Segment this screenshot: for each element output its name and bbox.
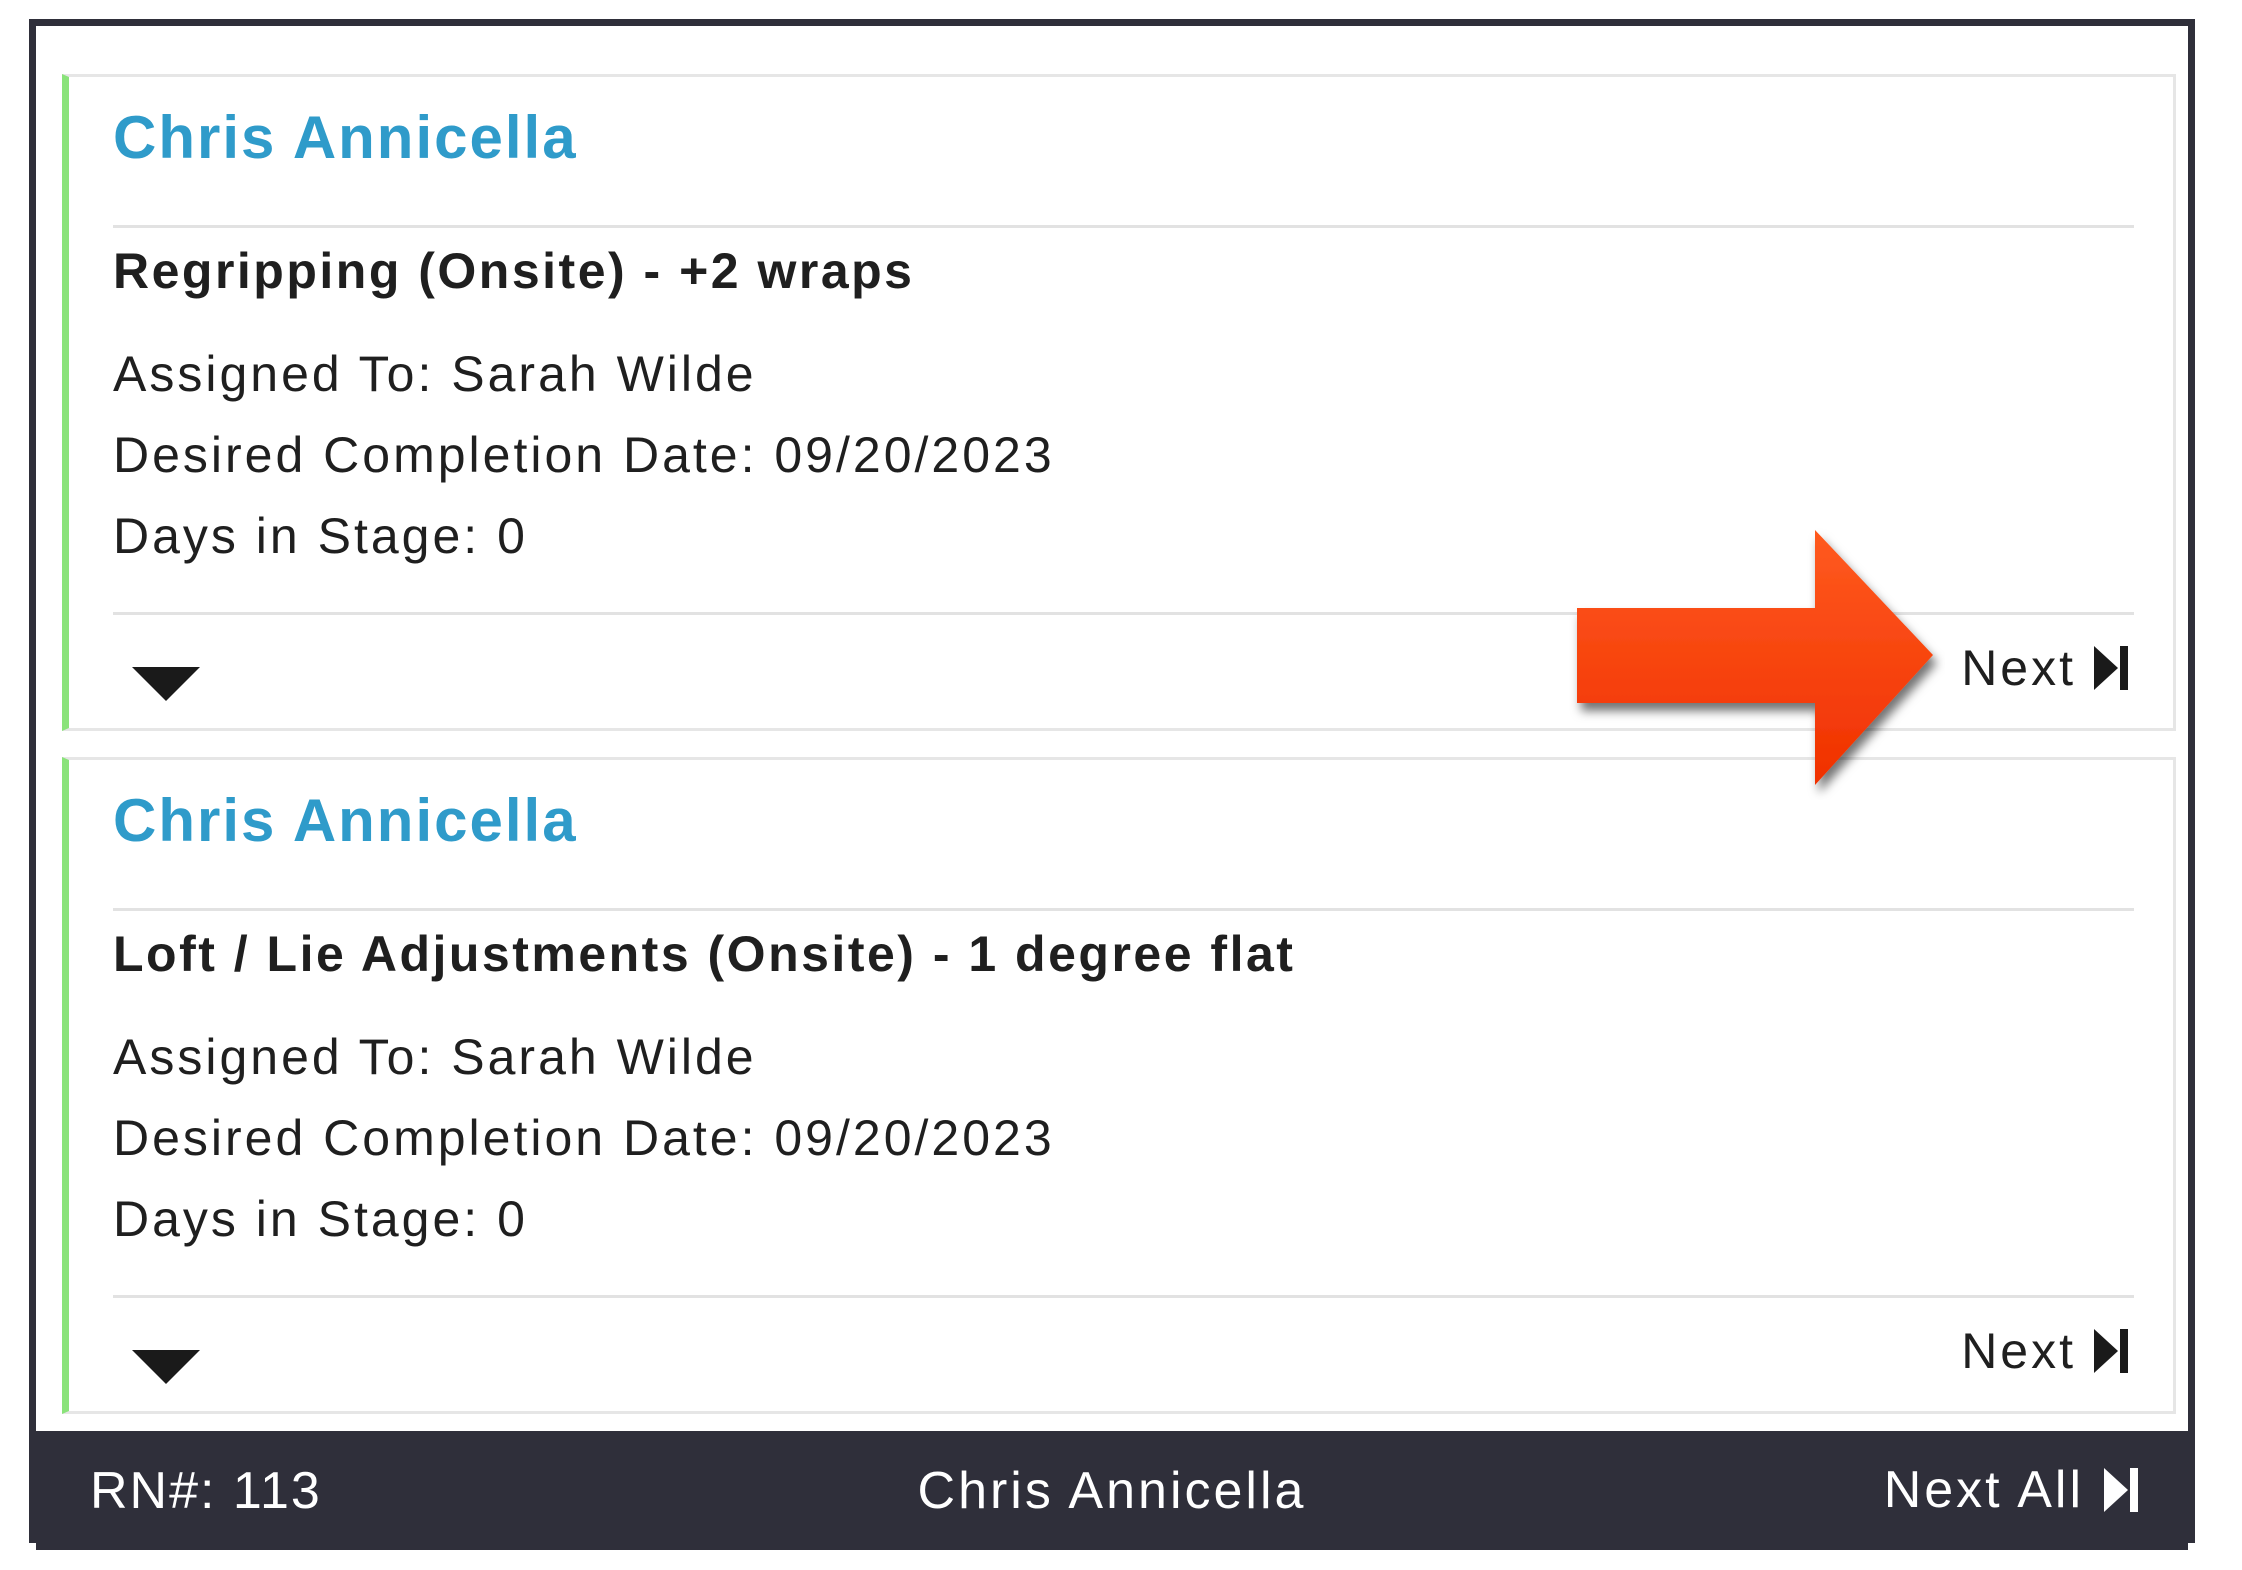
customer-name[interactable]: Chris Annicella <box>113 103 578 172</box>
skip-forward-icon <box>2094 1329 2128 1373</box>
divider <box>113 612 2134 615</box>
footer-customer-name: Chris Annicella <box>917 1462 1307 1520</box>
workflow-panel: Chris Annicella Regripping (Onsite) - +2… <box>29 19 2195 1550</box>
divider <box>113 1295 2134 1298</box>
skip-forward-icon <box>2104 1468 2138 1512</box>
customer-name[interactable]: Chris Annicella <box>113 786 578 855</box>
work-order-card: Chris Annicella Regripping (Onsite) - +2… <box>62 74 2176 731</box>
days-in-stage: Days in Stage: 0 <box>113 508 528 564</box>
days-in-stage: Days in Stage: 0 <box>113 1191 528 1247</box>
next-all-button[interactable]: Next All <box>1884 1460 2138 1520</box>
assigned-to: Assigned To: Sarah Wilde <box>113 346 757 402</box>
work-order-card: Chris Annicella Loft / Lie Adjustments (… <box>62 757 2176 1414</box>
divider <box>113 225 2134 228</box>
desired-completion-date: Desired Completion Date: 09/20/2023 <box>113 427 1055 483</box>
next-label: Next <box>1961 1323 2076 1379</box>
next-all-label: Next All <box>1883 1461 2084 1519</box>
triangle-down-icon[interactable] <box>132 1350 200 1384</box>
next-button[interactable]: Next <box>1961 639 2128 697</box>
next-label: Next <box>1961 640 2076 696</box>
skip-forward-icon <box>2094 646 2128 690</box>
service-title: Regripping (Onsite) - +2 wraps <box>113 243 915 299</box>
service-title: Loft / Lie Adjustments (Onsite) - 1 degr… <box>113 926 1296 982</box>
footer-bar: RN#: 113 Chris Annicella Next All <box>36 1431 2188 1550</box>
triangle-down-icon[interactable] <box>132 667 200 701</box>
next-button[interactable]: Next <box>1961 1322 2128 1380</box>
divider <box>113 908 2134 911</box>
assigned-to: Assigned To: Sarah Wilde <box>113 1029 757 1085</box>
desired-completion-date: Desired Completion Date: 09/20/2023 <box>113 1110 1055 1166</box>
